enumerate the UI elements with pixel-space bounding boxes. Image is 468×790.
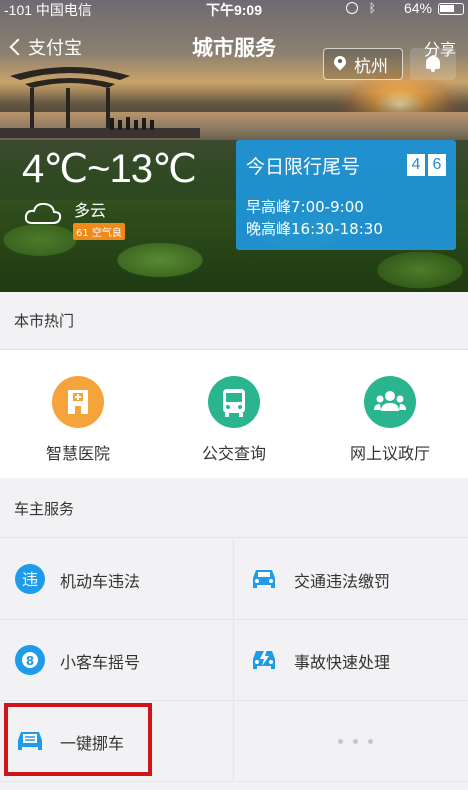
status-bar: -101 中国电信 下午9:09 ᛒ 64% <box>0 0 468 20</box>
bell-icon <box>426 56 440 72</box>
service-lottery[interactable]: 8 小客车摇号 <box>0 620 234 701</box>
location-pin-icon <box>334 56 346 72</box>
service-label: 机动车违法 <box>60 572 141 591</box>
service-more[interactable] <box>234 701 468 782</box>
city-name: 杭州 <box>354 56 388 77</box>
more-dots-icon <box>338 739 373 744</box>
bluetooth-icon: ᛒ <box>368 1 376 15</box>
service-violation[interactable]: 违 机动车违法 <box>0 539 234 620</box>
hot-item-label: 网上议政厅 <box>349 444 430 463</box>
hot-item-hospital[interactable]: 智慧医院 <box>0 376 156 464</box>
hot-services: 智慧医院 公交查询 网上议政厅 <box>0 350 468 478</box>
restricted-digit: 6 <box>428 154 446 176</box>
battery-percent: 64% <box>403 0 432 16</box>
morning-peak: 早高峰7:00-9:00 <box>246 198 364 216</box>
section-header-car: 车主服务 <box>0 480 468 538</box>
service-label: 事故快速处理 <box>294 653 391 672</box>
service-label: 小客车摇号 <box>60 653 141 672</box>
service-fine-payment[interactable]: 交通违法缴罚 <box>234 539 468 620</box>
hot-item-bus[interactable]: 公交查询 <box>156 376 312 464</box>
clock: 下午9:09 <box>205 2 263 18</box>
people-icon <box>364 376 416 428</box>
car-icon <box>253 570 275 588</box>
hot-item-label: 智慧医院 <box>45 444 110 463</box>
bus-icon <box>208 376 260 428</box>
selection-highlight <box>4 703 152 776</box>
hot-item-label: 公交查询 <box>201 444 266 463</box>
city-selector[interactable]: 杭州 <box>323 48 403 80</box>
battery-icon <box>438 3 464 15</box>
violation-icon: 违 <box>15 564 45 594</box>
evening-peak: 晚高峰16:30-18:30 <box>246 220 383 238</box>
svg-text:违: 违 <box>22 570 38 589</box>
traffic-restriction-card[interactable]: 今日限行尾号 4 6 早高峰7:00-9:00 晚高峰16:30-18:30 <box>236 140 456 250</box>
service-accident[interactable]: 事故快速处理 <box>234 620 468 701</box>
section-header-hot: 本市热门 <box>0 292 468 350</box>
svg-text:8: 8 <box>26 654 34 668</box>
notification-button[interactable] <box>410 48 456 80</box>
restricted-digits: 4 6 <box>407 154 446 176</box>
hospital-icon <box>52 376 104 428</box>
hero-banner: -101 中国电信 下午9:09 ᛒ 64% 支付宝 城市服务 分享 杭州 4℃… <box>0 0 468 292</box>
service-label: 交通违法缴罚 <box>294 572 391 591</box>
lottery-icon: 8 <box>15 645 45 675</box>
rotation-lock-icon <box>346 2 358 14</box>
accident-car-icon <box>253 649 275 669</box>
air-quality-badge: 61 空气良 <box>73 223 125 240</box>
restricted-digit: 4 <box>407 154 425 176</box>
temperature-range: 4℃~13℃ <box>22 147 197 191</box>
cloud-icon <box>24 202 62 224</box>
restriction-title: 今日限行尾号 <box>246 156 361 178</box>
weather-condition: 多云 <box>74 201 107 220</box>
hot-item-forum[interactable]: 网上议政厅 <box>312 376 468 464</box>
